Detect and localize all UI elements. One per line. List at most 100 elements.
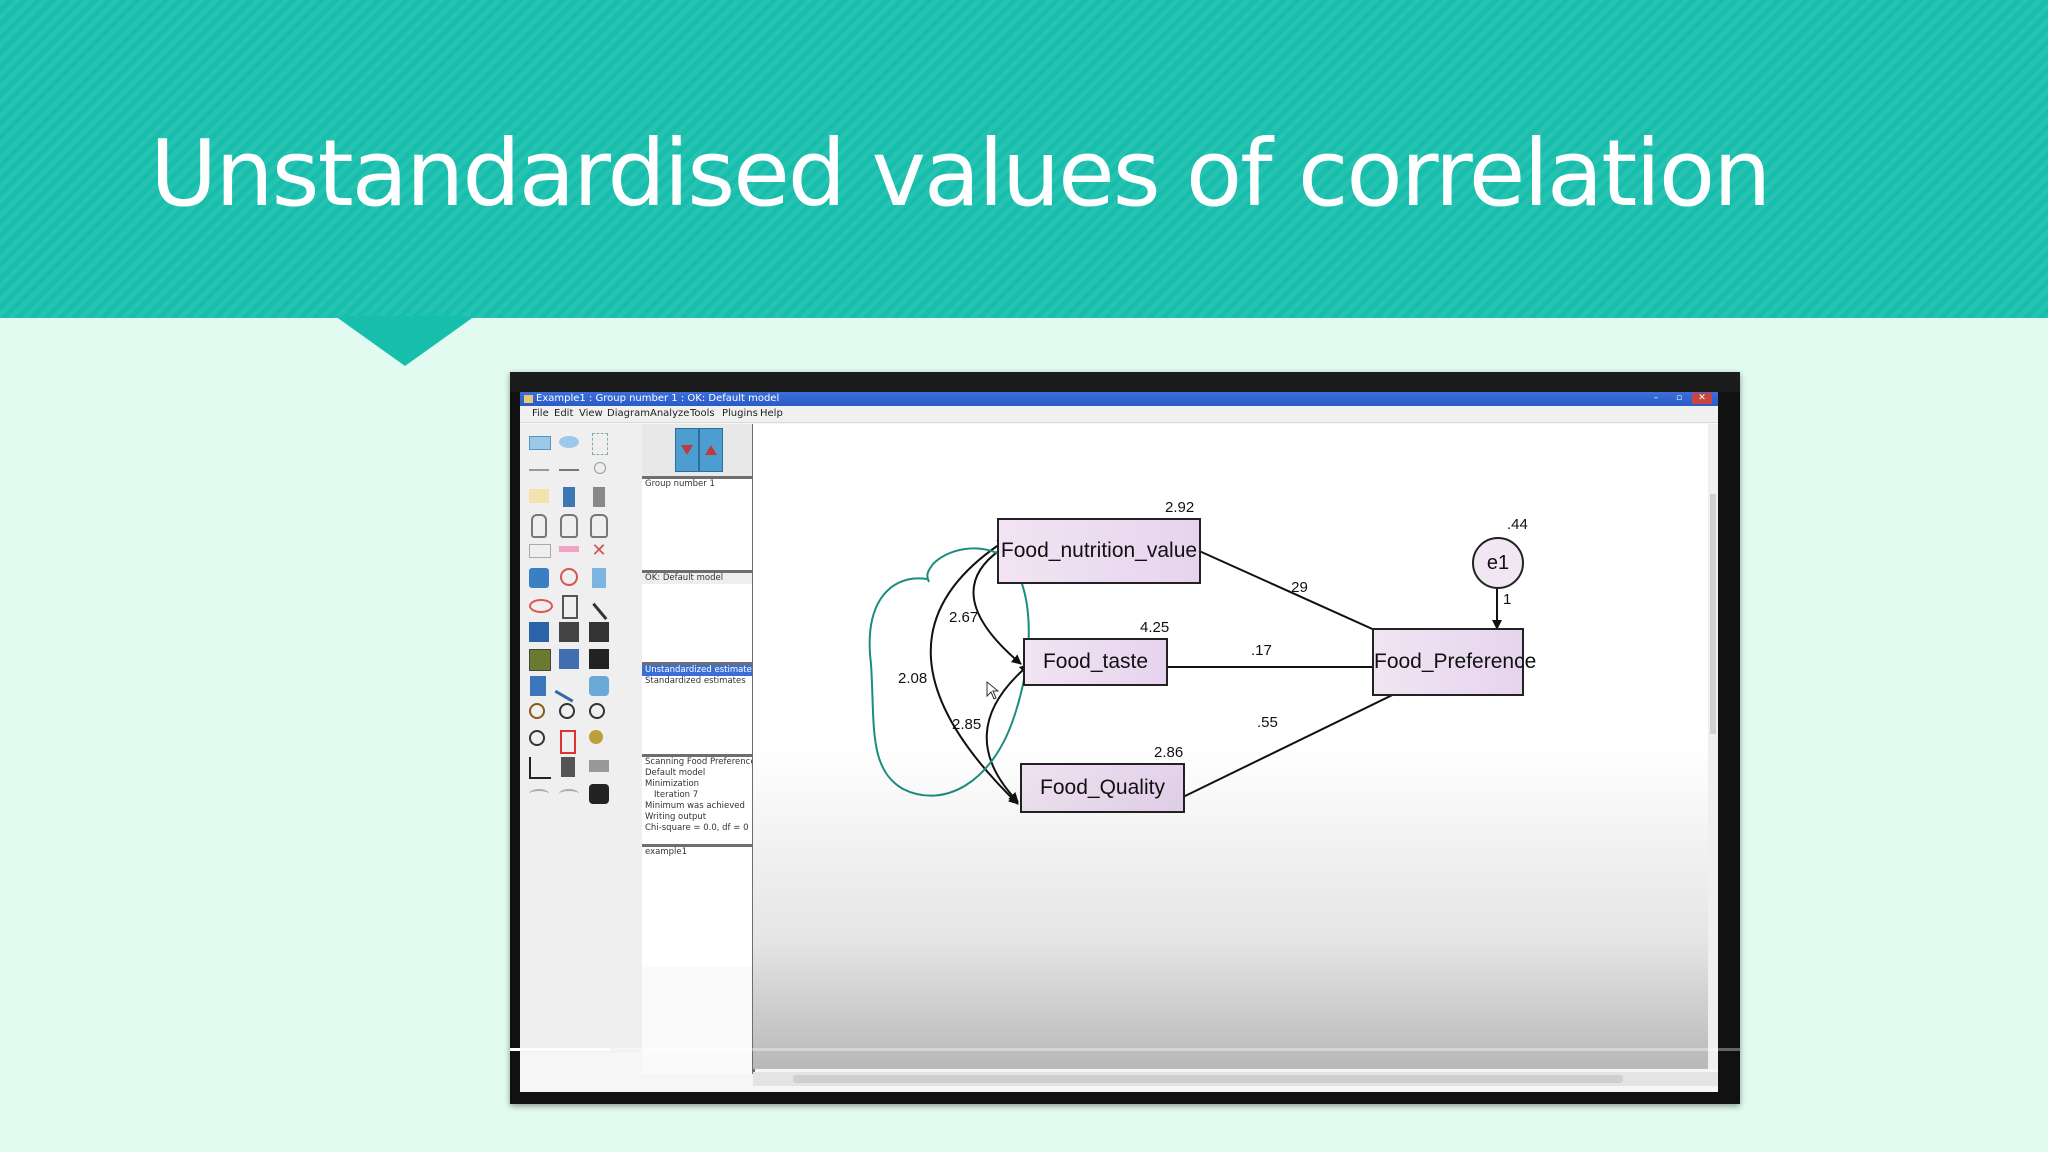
scroll-icon[interactable] xyxy=(556,592,582,619)
node-label: Food_nutrition_value xyxy=(1000,539,1198,562)
drag-properties-icon[interactable] xyxy=(554,672,584,703)
duplicate-icon[interactable] xyxy=(526,538,552,564)
log-line: Default model xyxy=(645,768,706,778)
calculate-estimates-icon[interactable] xyxy=(586,619,612,645)
menu-bar: File Edit View Diagram Analyze Tools Plu… xyxy=(520,406,1718,423)
variance-taste: 4.25 xyxy=(1140,619,1170,636)
print-icon[interactable] xyxy=(586,754,612,780)
window-title: Example1 : Group number 1 : OK: Default … xyxy=(536,393,780,404)
path-coef-nutrition: .29 xyxy=(1287,579,1308,596)
touch-up-icon[interactable] xyxy=(586,589,623,621)
cov-taste-quality-label: 2.85 xyxy=(952,716,982,733)
reflect-icon[interactable] xyxy=(586,565,612,591)
preserve-symmetries-icon[interactable] xyxy=(586,673,612,699)
maximize-button[interactable]: ▫ xyxy=(1669,393,1689,404)
bayesian-icon[interactable] xyxy=(526,754,552,780)
list-dataset-icon[interactable] xyxy=(586,484,612,510)
list-variables-icon[interactable] xyxy=(556,484,582,510)
fit-to-page-icon[interactable] xyxy=(556,727,582,754)
covariance-arrow-icon[interactable] xyxy=(556,457,582,483)
loupe-icon[interactable] xyxy=(586,727,612,753)
save-icon[interactable] xyxy=(586,646,612,672)
variance-error: .44 xyxy=(1507,516,1528,533)
diagram-edges xyxy=(868,538,1502,805)
path-coef-error: 1 xyxy=(1503,591,1512,608)
view-input-arrow-icon xyxy=(681,445,693,455)
object-properties-icon[interactable] xyxy=(526,673,552,699)
slide-title: Unstandardised values of correlation xyxy=(150,120,1771,227)
shape-change-icon[interactable] xyxy=(526,565,552,591)
vertical-scrollbar[interactable] xyxy=(1708,424,1718,1069)
path-arrow-icon[interactable] xyxy=(526,457,552,483)
video-progress-bar[interactable] xyxy=(510,1048,1740,1051)
data-files-icon[interactable] xyxy=(526,619,552,645)
close-button[interactable]: ✕ xyxy=(1692,393,1712,404)
menu-view[interactable]: View xyxy=(579,406,603,422)
menu-edit[interactable]: Edit xyxy=(554,406,573,422)
horizontal-scrollbar[interactable] xyxy=(753,1072,1718,1086)
node-food-nutrition-value[interactable]: Food_nutrition_value xyxy=(997,518,1201,584)
select-one-icon[interactable] xyxy=(526,511,552,538)
menu-plugins[interactable]: Plugins xyxy=(722,406,758,422)
variance-quality: 2.86 xyxy=(1154,744,1184,761)
indicator-icon[interactable] xyxy=(586,430,612,456)
multiple-group-icon[interactable] xyxy=(556,754,582,780)
zoom-in-icon[interactable] xyxy=(556,700,582,726)
view-output-button[interactable] xyxy=(699,428,723,472)
unstandardized-estimates-item[interactable]: Unstandardized estimates xyxy=(642,665,752,676)
view-output-arrow-icon xyxy=(705,445,717,455)
node-food-taste[interactable]: Food_taste xyxy=(1023,638,1168,686)
undo-icon[interactable] xyxy=(526,781,552,807)
menu-diagram[interactable]: Diagram xyxy=(607,406,650,422)
draw-unobserved-icon[interactable] xyxy=(556,430,582,456)
log-line: Writing output xyxy=(645,812,707,822)
view-text-icon[interactable] xyxy=(556,646,582,672)
estimates-panel: Unstandardized estimates Standardized es… xyxy=(642,665,752,757)
move-icon[interactable] xyxy=(556,538,582,564)
view-input-button[interactable] xyxy=(675,428,699,472)
standardized-estimates-item[interactable]: Standardized estimates xyxy=(642,676,752,687)
node-food-preference[interactable]: Food_Preference xyxy=(1372,628,1537,696)
deselect-all-icon[interactable] xyxy=(586,511,612,538)
menu-tools[interactable]: Tools xyxy=(690,406,715,422)
video-top-strip xyxy=(510,372,1740,392)
cov-nutrition-taste-label: 2.67 xyxy=(949,609,979,626)
vertical-scroll-thumb[interactable] xyxy=(1710,494,1716,734)
analysis-properties-icon[interactable] xyxy=(556,619,582,645)
menu-help[interactable]: Help xyxy=(760,406,783,422)
model-item[interactable]: OK: Default model xyxy=(642,573,752,584)
rotate-icon[interactable] xyxy=(556,565,582,591)
app-icon xyxy=(524,395,533,403)
redo-icon[interactable] xyxy=(556,781,582,807)
path-diagram-canvas[interactable]: Food_nutrition_value Food_taste Food_Qua… xyxy=(753,424,1718,1069)
zoom-out-icon[interactable] xyxy=(586,700,612,726)
menu-file[interactable]: File xyxy=(532,406,549,422)
minimize-button[interactable]: – xyxy=(1646,393,1666,404)
title-icon[interactable] xyxy=(526,484,552,510)
move-parameter-icon[interactable] xyxy=(526,592,553,618)
video-progress-played xyxy=(510,1048,610,1051)
zoom-area-icon[interactable] xyxy=(526,700,552,726)
window-controls: – ▫ ✕ xyxy=(1646,393,1712,404)
log-line: Minimum was achieved xyxy=(645,801,745,811)
node-label: Food_taste xyxy=(1042,650,1149,673)
copy-clipboard-icon[interactable] xyxy=(526,646,552,672)
select-all-icon[interactable] xyxy=(556,511,582,538)
window-titlebar: Example1 : Group number 1 : OK: Default … xyxy=(520,392,1718,406)
node-label: e1 xyxy=(1486,552,1510,574)
groups-panel: Group number 1 xyxy=(642,479,752,573)
horizontal-scroll-thumb[interactable] xyxy=(793,1075,1623,1083)
node-label: Food_Preference xyxy=(1374,650,1537,673)
erase-icon[interactable]: ✕ xyxy=(586,538,612,564)
node-food-quality[interactable]: Food_Quality xyxy=(1020,763,1185,813)
menu-analyze[interactable]: Analyze xyxy=(650,406,689,422)
cov-nutrition-quality-label: 2.08 xyxy=(898,670,928,687)
draw-observed-icon[interactable] xyxy=(526,430,552,456)
mouse-cursor-icon xyxy=(986,680,1000,700)
zoom-page-icon[interactable] xyxy=(526,727,552,753)
group-item[interactable]: Group number 1 xyxy=(642,479,752,490)
file-item[interactable]: example1 xyxy=(642,847,752,858)
node-error-e1[interactable]: e1 xyxy=(1472,537,1524,589)
unique-variable-icon[interactable] xyxy=(586,457,612,483)
specification-search-icon[interactable] xyxy=(586,781,612,807)
